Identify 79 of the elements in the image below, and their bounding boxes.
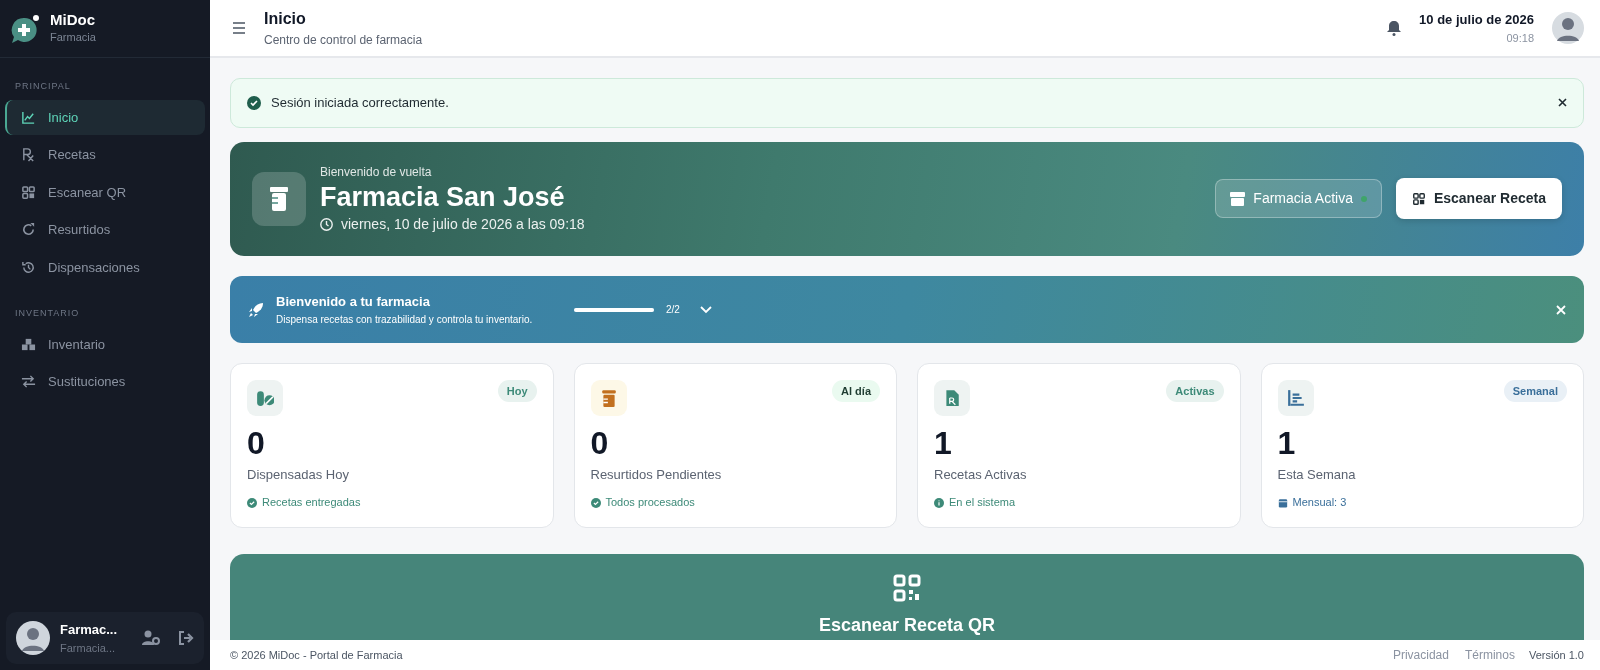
prescription-icon xyxy=(21,147,36,163)
chevron-down-icon[interactable] xyxy=(699,305,712,314)
sidebar-item[interactable]: Dispensaciones xyxy=(5,249,205,285)
current-datetime: viernes, 10 de julio de 2026 a las 09:18 xyxy=(341,215,585,235)
brand-name: MiDoc xyxy=(50,12,96,29)
scan-qr-card[interactable]: Escanear Receta QR xyxy=(230,553,1584,640)
qr-code-icon xyxy=(1411,191,1426,206)
sidebar-item[interactable]: Inicio xyxy=(5,99,205,135)
user-settings-icon[interactable] xyxy=(142,630,160,646)
page-subtitle: Centro de control de farmacia xyxy=(264,32,424,49)
menu-icon[interactable] xyxy=(232,22,246,34)
pills-icon xyxy=(256,388,274,407)
stat-note: Todos procesados xyxy=(605,495,695,511)
pill-bottle-icon xyxy=(252,171,306,226)
version-text: Versión 1.0 xyxy=(1528,647,1584,663)
sidebar-item[interactable]: Recetas xyxy=(5,137,205,173)
page-title: Inicio xyxy=(264,9,307,29)
brand-subtitle: Farmacia xyxy=(50,29,96,45)
check-circle-icon xyxy=(247,95,261,110)
qr-code-icon xyxy=(893,573,921,602)
avatar xyxy=(16,621,50,655)
logout-icon[interactable] xyxy=(178,630,194,646)
stat-value: 0 xyxy=(590,425,610,461)
rocket-icon xyxy=(248,301,264,318)
stat-note: En el sistema xyxy=(949,495,1016,511)
pharmacy-status-button[interactable]: Farmacia Activa xyxy=(1215,179,1382,219)
check-circle-icon xyxy=(590,497,601,508)
close-icon[interactable] xyxy=(1558,98,1567,108)
notification-bell-icon[interactable] xyxy=(1387,20,1402,36)
pharmacy-name: Farmacia San José xyxy=(320,180,566,214)
header-time: 09:18 xyxy=(1505,30,1534,46)
section-heading: PRINCIPAL xyxy=(14,80,72,93)
check-circle-icon xyxy=(247,497,257,508)
status-badge: Semanal xyxy=(1503,379,1567,403)
sidebar-item[interactable]: Inventario xyxy=(5,326,205,362)
calendar-icon xyxy=(1277,497,1288,508)
status-badge: Hoy xyxy=(497,379,537,403)
stat-value: 0 xyxy=(247,425,266,461)
store-icon xyxy=(1230,191,1246,206)
progress-count: 2/2 xyxy=(666,303,680,317)
stat-label: Recetas Activas xyxy=(934,465,1028,484)
alert-message: Sesión iniciada correctamente. xyxy=(271,94,450,112)
header-date: 10 de julio de 2026 xyxy=(1419,11,1534,29)
user-name: Farmac... xyxy=(60,621,119,639)
chart-line-icon xyxy=(21,109,36,125)
sidebar-item[interactable]: Sustituciones xyxy=(5,364,205,400)
status-badge: Activas xyxy=(1166,379,1224,403)
greeting-text: Bienvenido de vuelta xyxy=(320,163,433,181)
bar-chart-icon xyxy=(1286,388,1305,407)
footer-link[interactable]: Privacidad xyxy=(1392,646,1449,664)
refresh-icon xyxy=(21,222,36,238)
stat-label: Esta Semana xyxy=(1277,465,1357,484)
scan-card-title: Escanear Receta QR xyxy=(818,613,996,637)
stat-label: Resurtidos Pendientes xyxy=(590,465,723,484)
avatar[interactable] xyxy=(1552,12,1584,44)
swap-arrows-icon xyxy=(21,374,36,390)
prescription-file-icon xyxy=(943,388,961,407)
stat-note: Recetas entregadas xyxy=(262,495,361,511)
sidebar-item[interactable]: Resurtidos xyxy=(5,212,205,248)
info-icon xyxy=(934,497,944,508)
section-heading: INVENTARIO xyxy=(14,307,81,320)
scan-prescription-button[interactable]: Escanear Receta xyxy=(1395,178,1562,220)
boxes-icon xyxy=(21,336,36,352)
stat-value: 1 xyxy=(934,425,953,461)
footer-link[interactable]: Términos xyxy=(1464,646,1515,664)
stat-note: Mensual: 3 xyxy=(1292,495,1347,511)
qr-code-icon xyxy=(21,184,36,200)
onboarding-title: Bienvenido a tu farmacia xyxy=(276,293,431,312)
onboarding-text: Dispensa recetas con trazabilidad y controla tu inventario. xyxy=(276,312,534,327)
logo-icon xyxy=(10,13,40,44)
history-icon xyxy=(21,259,36,275)
stat-label: Dispensadas Hoy xyxy=(247,465,350,484)
user-role: Farmacia... xyxy=(60,640,116,656)
status-badge: Al día xyxy=(832,379,880,403)
stat-value: 1 xyxy=(1277,425,1297,461)
copyright-text: © 2026 MiDoc - Portal de Farmacia xyxy=(230,647,404,663)
clock-icon xyxy=(320,218,333,232)
sidebar-item[interactable]: Escanear QR xyxy=(5,174,205,210)
pill-bottle-icon xyxy=(599,388,618,407)
